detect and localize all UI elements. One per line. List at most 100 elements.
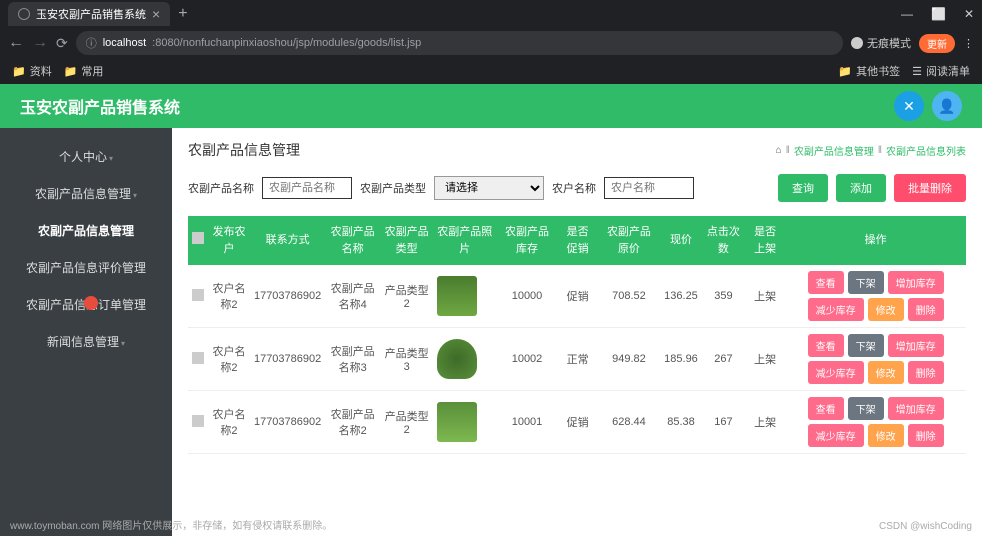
row-checkbox[interactable]: [192, 415, 204, 427]
col-contact: 联系方式: [250, 216, 325, 265]
bookmark-docs[interactable]: 📁资料: [12, 63, 52, 79]
reduce-stock-button[interactable]: 减少库存: [808, 361, 864, 384]
address-bar: ← → ⟳ ⓘ localhost :8080/nonfuchanpinxiao…: [0, 28, 982, 58]
cell-now: 85.38: [660, 391, 702, 454]
incognito-label: 无痕模式: [867, 35, 911, 51]
tab-favicon: [18, 8, 30, 20]
query-button[interactable]: 查询: [778, 174, 828, 202]
filter-type-select[interactable]: 请选择: [434, 176, 544, 200]
product-image[interactable]: [437, 276, 477, 316]
col-ops: 操作: [785, 216, 966, 265]
cell-type: 产品类型2: [380, 391, 433, 454]
edit-button[interactable]: 修改: [868, 361, 904, 384]
info-icon: ⓘ: [86, 35, 97, 51]
delete-button[interactable]: 删除: [908, 424, 944, 447]
off-shelf-button[interactable]: 下架: [848, 271, 884, 294]
cell-promo: 正常: [558, 328, 598, 391]
reduce-stock-button[interactable]: 减少库存: [808, 298, 864, 321]
cell-stock: 10001: [496, 391, 557, 454]
bookmark-reading[interactable]: ☰阅读清单: [912, 63, 970, 79]
off-shelf-button[interactable]: 下架: [848, 334, 884, 357]
edit-button[interactable]: 修改: [868, 298, 904, 321]
folder-icon: 📁: [12, 65, 26, 78]
col-now: 现价: [660, 216, 702, 265]
sidebar-item-review[interactable]: 农副产品信息评价管理: [0, 249, 172, 286]
back-icon[interactable]: ←: [8, 34, 24, 52]
row-actions: 查看 下架 增加库存 减少库存 修改 删除: [789, 334, 962, 384]
bookmark-common[interactable]: 📁常用: [64, 63, 104, 79]
add-stock-button[interactable]: 增加库存: [888, 334, 944, 357]
row-checkbox[interactable]: [192, 352, 204, 364]
add-stock-button[interactable]: 增加库存: [888, 397, 944, 420]
row-checkbox[interactable]: [192, 289, 204, 301]
cell-contact: 17703786902: [250, 391, 325, 454]
filter-farmer-input[interactable]: [604, 177, 694, 199]
cell-contact: 17703786902: [250, 265, 325, 328]
cell-contact: 17703786902: [250, 328, 325, 391]
maximize-icon[interactable]: ⬜: [931, 7, 946, 21]
filter-bar: 农副产品名称 农副产品类型 请选择 农户名称 查询 添加 批量删除: [188, 174, 966, 202]
product-image[interactable]: [437, 402, 477, 442]
cell-name: 农副产品名称4: [325, 265, 380, 328]
window-controls: — ⬜ ✕: [901, 7, 974, 21]
minimize-icon[interactable]: —: [901, 7, 913, 21]
home-icon[interactable]: ⌂: [776, 145, 782, 156]
filter-name-input[interactable]: [262, 177, 352, 199]
cell-farmer: 农户名称2: [208, 328, 250, 391]
content-area: 农副产品信息管理 ⌂ ‖ 农副产品信息管理 ‖ 农副产品信息列表 农副产品名称 …: [172, 128, 982, 536]
close-window-icon[interactable]: ✕: [964, 7, 974, 21]
app-header: 玉安农副产品销售系统 ✕ 👤: [0, 84, 982, 128]
sidebar-item-news[interactable]: 新闻信息管理: [0, 323, 172, 360]
breadcrumb: ⌂ ‖ 农副产品信息管理 ‖ 农副产品信息列表: [776, 143, 966, 158]
reduce-stock-button[interactable]: 减少库存: [808, 424, 864, 447]
forward-icon[interactable]: →: [32, 34, 48, 52]
url-input[interactable]: ⓘ localhost :8080/nonfuchanpinxiaoshou/j…: [76, 31, 843, 55]
batch-delete-button[interactable]: 批量删除: [894, 174, 966, 202]
cell-type: 产品类型3: [380, 328, 433, 391]
cell-now: 136.25: [660, 265, 702, 328]
delete-button[interactable]: 删除: [908, 361, 944, 384]
cell-farmer: 农户名称2: [208, 391, 250, 454]
view-button[interactable]: 查看: [808, 271, 844, 294]
cell-shelf: 上架: [745, 265, 785, 328]
breadcrumb-link[interactable]: 农副产品信息管理: [794, 143, 874, 158]
url-path: :8080/nonfuchanpinxiaoshou/jsp/modules/g…: [152, 37, 421, 49]
cell-promo: 促销: [558, 391, 598, 454]
cell-clicks: 359: [702, 265, 745, 328]
edit-button[interactable]: 修改: [868, 424, 904, 447]
cell-shelf: 上架: [745, 391, 785, 454]
view-button[interactable]: 查看: [808, 334, 844, 357]
table-header: 发布农 户 联系方式 农副产品 名称 农副产品 类型 农副产品照片 农副产品 库…: [188, 216, 966, 265]
add-button[interactable]: 添加: [836, 174, 886, 202]
table-row: 农户名称2 17703786902 农副产品名称3 产品类型3 10002 正常…: [188, 328, 966, 391]
select-all-checkbox[interactable]: [192, 232, 204, 244]
browser-chrome: 玉安农副产品销售系统 × + — ⬜ ✕ ← → ⟳ ⓘ localhost :…: [0, 0, 982, 84]
close-icon[interactable]: ×: [152, 6, 160, 22]
reload-icon[interactable]: ⟳: [56, 35, 68, 52]
new-tab-button[interactable]: +: [178, 5, 187, 23]
browser-tab[interactable]: 玉安农副产品销售系统 ×: [8, 2, 170, 26]
add-stock-button[interactable]: 增加库存: [888, 271, 944, 294]
list-icon: ☰: [912, 65, 922, 78]
sidebar-item-product-info[interactable]: 农副产品信息管理: [0, 175, 172, 212]
view-button[interactable]: 查看: [808, 397, 844, 420]
product-image[interactable]: [437, 339, 477, 379]
menu-icon[interactable]: ⋮: [963, 37, 974, 50]
col-stock: 农副产品 库存: [496, 216, 557, 265]
cell-farmer: 农户名称2: [208, 265, 250, 328]
sidebar-item-product-mgmt[interactable]: 农副产品信息管理: [0, 212, 172, 249]
update-button[interactable]: 更新: [919, 34, 955, 53]
sidebar-item-order[interactable]: 农副产品信息订单管理: [0, 286, 172, 323]
cell-name: 农副产品名称2: [325, 391, 380, 454]
settings-button[interactable]: ✕: [894, 91, 924, 121]
off-shelf-button[interactable]: 下架: [848, 397, 884, 420]
url-host: localhost: [103, 37, 146, 49]
bookmark-other[interactable]: 📁其他书签: [838, 63, 900, 79]
page-header: 农副产品信息管理 ⌂ ‖ 农副产品信息管理 ‖ 农副产品信息列表: [188, 140, 966, 160]
user-button[interactable]: 👤: [932, 91, 962, 121]
cell-orig: 949.82: [598, 328, 660, 391]
sidebar-item-personal[interactable]: 个人中心: [0, 138, 172, 175]
notification-dot: [84, 296, 98, 310]
delete-button[interactable]: 删除: [908, 298, 944, 321]
cell-type: 产品类型2: [380, 265, 433, 328]
